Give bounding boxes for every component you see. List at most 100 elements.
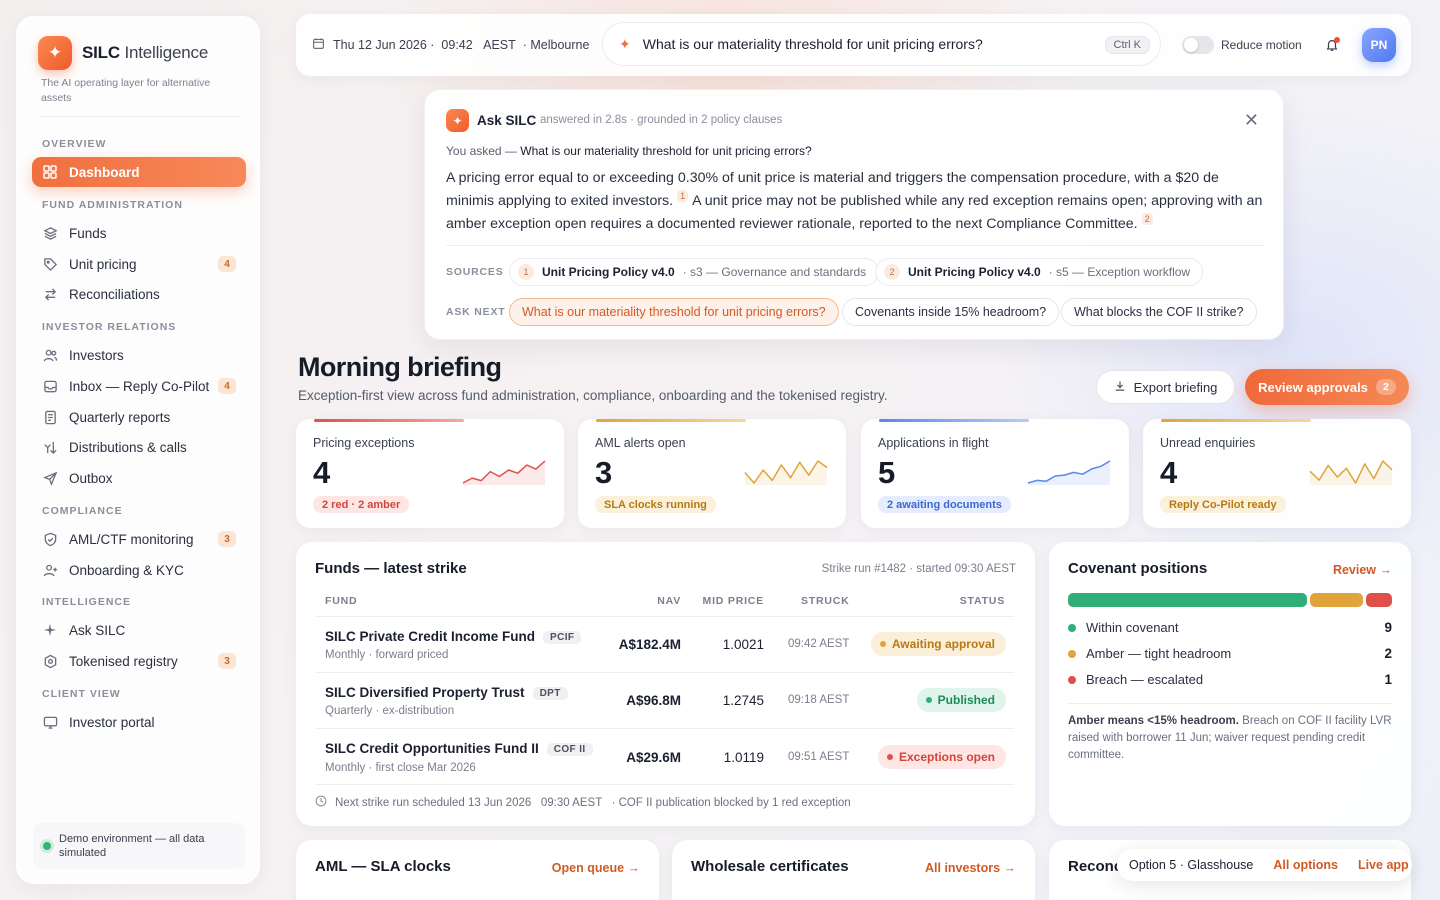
review-covenants-link[interactable]: Review → xyxy=(1333,563,1392,577)
kpi-card-aml-alerts[interactable]: AML alerts open 3 SLA clocks running xyxy=(578,419,846,528)
sidebar-item-quarterly-reports[interactable]: Quarterly reports xyxy=(32,402,246,432)
ask-search-input[interactable]: ✦ What is our materiality threshold for … xyxy=(602,22,1161,66)
sidebar-item-tokenised-registry[interactable]: Tokenised registry 3 xyxy=(32,646,246,676)
covenant-segment-breach xyxy=(1365,593,1392,607)
open-queue-link[interactable]: Open queue → xyxy=(552,861,640,875)
sidebar-item-funds[interactable]: Funds xyxy=(32,218,246,248)
suggested-question-chip[interactable]: What blocks the COF II strike? xyxy=(1061,298,1257,326)
fund-name: SILC Private Credit Income Fund PCIF xyxy=(325,629,582,644)
card-title: AML — SLA clocks xyxy=(315,858,451,875)
asked-text: What is our materiality threshold for un… xyxy=(520,144,812,158)
divider xyxy=(315,784,1014,785)
location-text: · Melbourne xyxy=(522,38,590,52)
grid-icon xyxy=(42,164,58,180)
kpi-card-pricing-exceptions[interactable]: Pricing exceptions 4 2 red · 2 amber xyxy=(296,419,564,528)
source-section: · s5 — Exception workflow xyxy=(1048,265,1191,279)
sidebar-item-label: Ask SILC xyxy=(69,622,126,638)
review-approvals-button[interactable]: Review approvals 2 xyxy=(1245,369,1409,405)
clock-icon xyxy=(315,795,327,810)
sidebar-item-outbox[interactable]: Outbox xyxy=(32,463,246,493)
suggested-question-chip[interactable]: What is our materiality threshold for un… xyxy=(509,298,839,326)
nav-section-compliance: COMPLIANCE xyxy=(42,505,123,517)
citation-marker[interactable]: 2 xyxy=(1141,213,1153,226)
nav-section-intelligence: INTELLIGENCE xyxy=(42,596,132,608)
export-briefing-button[interactable]: Export briefing xyxy=(1096,370,1235,404)
sidebar-item-distributions[interactable]: Distributions & calls xyxy=(32,432,246,462)
card-title: Funds — latest strike xyxy=(315,560,467,577)
kpi-label: AML alerts open xyxy=(595,436,686,450)
sidebar-item-label: Investor portal xyxy=(69,714,155,730)
brand[interactable]: ✦ SILC Intelligence xyxy=(38,36,208,70)
wholesale-certificates-card: Wholesale certificates All investors → xyxy=(672,840,1035,900)
sidebar-item-onboarding-kyc[interactable]: Onboarding & KYC xyxy=(32,555,246,585)
close-icon[interactable]: ✕ xyxy=(1244,110,1259,131)
source-chip[interactable]: 2 Unit Pricing Policy v4.0 · s5 — Except… xyxy=(875,258,1204,286)
kpi-value: 4 xyxy=(313,455,331,490)
fund-subtitle: Monthly · first close Mar 2026 xyxy=(325,762,476,774)
source-number: 2 xyxy=(884,264,900,280)
status-dot xyxy=(43,842,51,850)
status-badge: Exceptions open xyxy=(877,745,1006,769)
status-dot xyxy=(886,754,893,760)
sparkline-area xyxy=(1310,461,1392,485)
live-app-link[interactable]: Live app xyxy=(1358,858,1409,872)
aml-sla-card: AML — SLA clocks Open queue → xyxy=(296,840,659,900)
brand-tagline: The AI operating layer for alternative a… xyxy=(41,77,211,104)
sidebar-item-investor-portal[interactable]: Investor portal xyxy=(32,707,246,737)
avatar[interactable]: PN xyxy=(1362,28,1396,62)
all-investors-link[interactable]: All investors → xyxy=(925,861,1016,875)
sidebar-item-inbox[interactable]: Inbox — Reply Co-Pilot 4 xyxy=(32,371,246,401)
divider xyxy=(315,728,1014,729)
timezone-text: AEST xyxy=(483,38,516,52)
suggested-question-chip[interactable]: Covenants inside 15% headroom? xyxy=(842,298,1060,326)
keyboard-shortcut-hint: Ctrl K xyxy=(1104,36,1150,54)
citation-marker[interactable]: 1 xyxy=(677,190,689,203)
fund-mid-price: 1.0119 xyxy=(723,750,764,765)
asked-question: You asked — What is our materiality thre… xyxy=(446,144,812,158)
count-badge: 3 xyxy=(218,653,236,669)
sidebar-item-label: Onboarding & KYC xyxy=(69,562,184,578)
notifications-button[interactable] xyxy=(1316,30,1348,62)
time-text: 09:42 xyxy=(441,38,473,52)
source-chip[interactable]: 1 Unit Pricing Policy v4.0 · s3 — Govern… xyxy=(509,258,880,286)
kpi-card-unread-enquiries[interactable]: Unread enquiries 4 Reply Co-Pilot ready xyxy=(1143,419,1411,528)
covenant-note: Amber means <15% headroom. Breach on COF… xyxy=(1068,713,1392,764)
hexagon-icon xyxy=(42,653,58,669)
option-label: Option 5 · Glasshouse xyxy=(1129,858,1254,872)
column-header-nav: NAV xyxy=(657,595,681,607)
nav-section-investor-relations: INVESTOR RELATIONS xyxy=(42,321,177,333)
count-badge: 4 xyxy=(218,378,236,394)
reduce-motion-toggle[interactable] xyxy=(1182,36,1214,54)
status-text: Awaiting approval xyxy=(891,637,995,651)
column-header-struck: STRUCK xyxy=(801,595,850,607)
divider xyxy=(446,245,1264,246)
page-title: Morning briefing xyxy=(298,352,502,382)
sidebar-item-unit-pricing[interactable]: Unit pricing 4 xyxy=(32,249,246,279)
kpi-label: Applications in flight xyxy=(878,436,989,450)
list-item: Within covenant 9 xyxy=(1068,620,1392,635)
sidebar-item-ask-silc[interactable]: Ask SILC xyxy=(32,615,246,645)
divider xyxy=(1068,703,1392,704)
sidebar-item-reconciliations[interactable]: Reconciliations xyxy=(32,279,246,309)
split-arrows-icon xyxy=(42,439,58,455)
export-label: Export briefing xyxy=(1133,379,1218,395)
kpi-value: 4 xyxy=(1160,455,1178,490)
kpi-status-pill: 2 red · 2 amber xyxy=(313,496,410,513)
all-options-link[interactable]: All options xyxy=(1273,858,1338,872)
sidebar-item-aml-ctf[interactable]: AML/CTF monitoring 3 xyxy=(32,524,246,554)
fund-name-text: SILC Credit Opportunities Fund II xyxy=(325,741,539,756)
sidebar-item-investors[interactable]: Investors xyxy=(32,340,246,370)
users-icon xyxy=(42,347,58,363)
fund-nav: A$29.6M xyxy=(626,750,681,765)
covenant-segment-amber xyxy=(1309,593,1363,607)
calendar-icon xyxy=(312,37,325,53)
sidebar-item-label: Reconciliations xyxy=(69,286,160,302)
card-title: Wholesale certificates xyxy=(691,858,849,875)
column-header-status: STATUS xyxy=(959,595,1005,607)
sparkline-area xyxy=(745,461,827,485)
fund-name-text: SILC Private Credit Income Fund xyxy=(325,629,536,644)
kpi-label: Pricing exceptions xyxy=(313,436,415,450)
fund-struck-time: 09:18 AEST xyxy=(788,694,850,706)
sidebar-item-dashboard[interactable]: Dashboard xyxy=(32,157,246,187)
kpi-card-applications[interactable]: Applications in flight 5 2 awaiting docu… xyxy=(861,419,1129,528)
